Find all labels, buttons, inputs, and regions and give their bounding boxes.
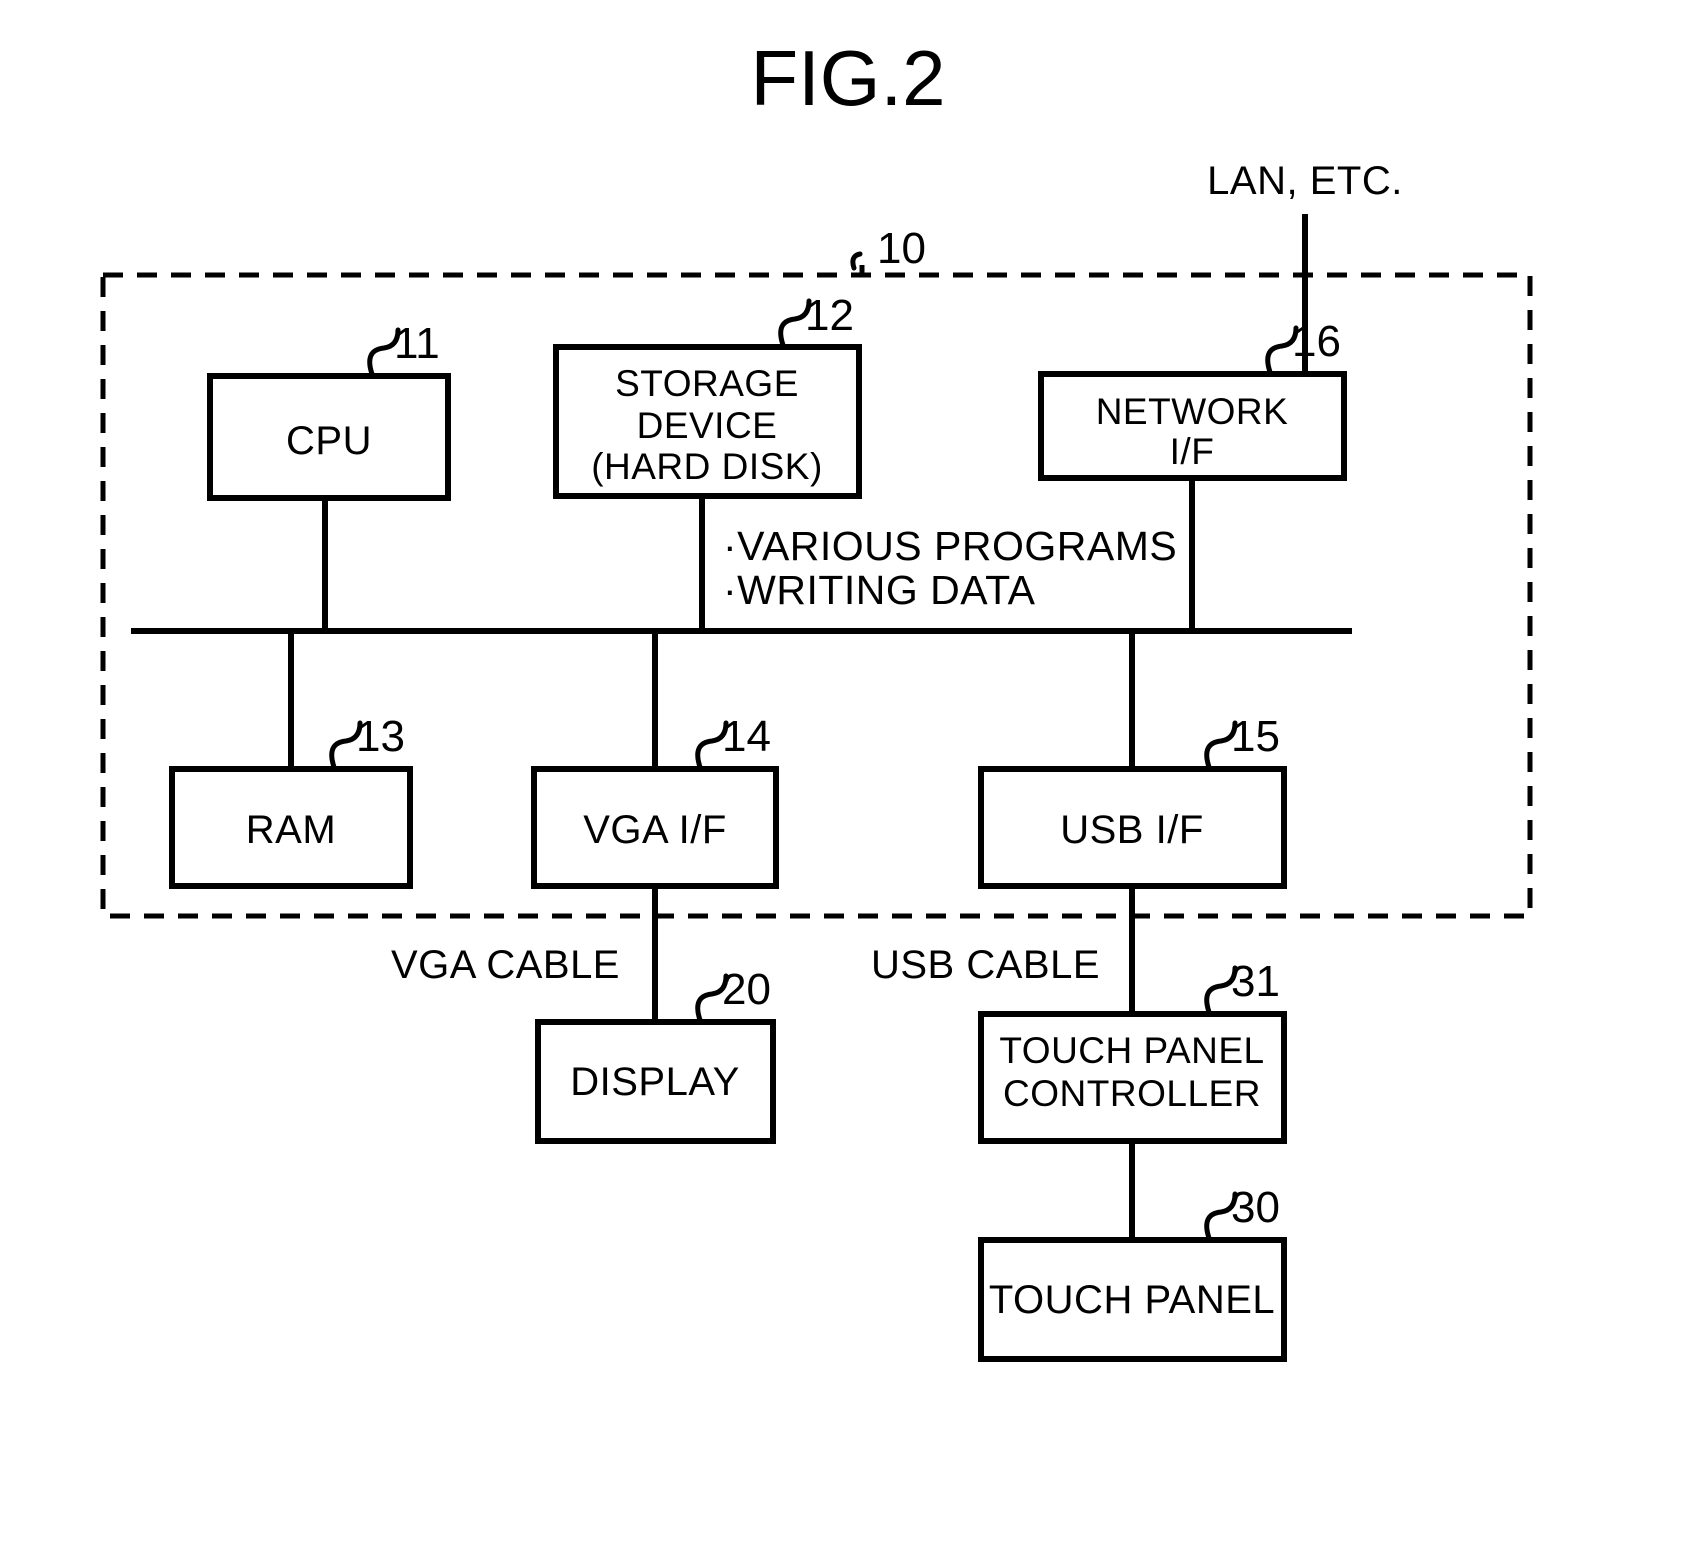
bus-note-line2: ·WRITING DATA [723,567,1036,613]
block-touch-panel-label: TOUCH PANEL [989,1278,1275,1322]
system-ref-number: 10 [877,224,926,273]
block-network-if-line1: NETWORK [1096,391,1289,432]
block-network-if-line2: I/F [1170,431,1215,472]
lan-etc-label: LAN, ETC. [1207,159,1403,203]
display-ref-number: 20 [722,965,771,1014]
block-vga-if-label: VGA I/F [583,808,727,852]
tp-ctrl-ref-number: 31 [1231,957,1280,1006]
diagram-canvas: FIG.2 LAN, ETC. 10 CPU 11 STORAGE DEVICE… [100,34,1533,1362]
block-display-label: DISPLAY [570,1060,740,1104]
block-tp-ctrl-line1: TOUCH PANEL [999,1030,1264,1071]
patent-figure: FIG.2 LAN, ETC. 10 CPU 11 STORAGE DEVICE… [0,0,1697,1560]
bus-note-line1: ·VARIOUS PROGRAMS [723,523,1177,569]
vga-if-ref-number: 14 [722,712,771,761]
block-usb-if-label: USB I/F [1060,808,1204,852]
storage-ref-number: 12 [805,291,854,340]
network-if-ref-number: 16 [1292,317,1341,366]
block-storage-line3: (HARD DISK) [591,446,823,487]
usb-if-ref-number: 15 [1231,712,1280,761]
block-ram-label: RAM [246,808,336,852]
block-storage-line2: DEVICE [637,405,778,446]
block-cpu-label: CPU [286,419,372,463]
vga-cable-label: VGA CABLE [391,943,620,987]
touch-panel-ref-number: 30 [1231,1183,1280,1232]
block-tp-ctrl-line2: CONTROLLER [1003,1073,1261,1114]
figure-title: FIG.2 [750,34,945,122]
block-storage-line1: STORAGE [615,363,799,404]
ram-ref-number: 13 [356,712,405,761]
usb-cable-label: USB CABLE [871,943,1100,987]
system-ref-hook [850,251,863,271]
cpu-ref-number: 11 [394,319,440,368]
